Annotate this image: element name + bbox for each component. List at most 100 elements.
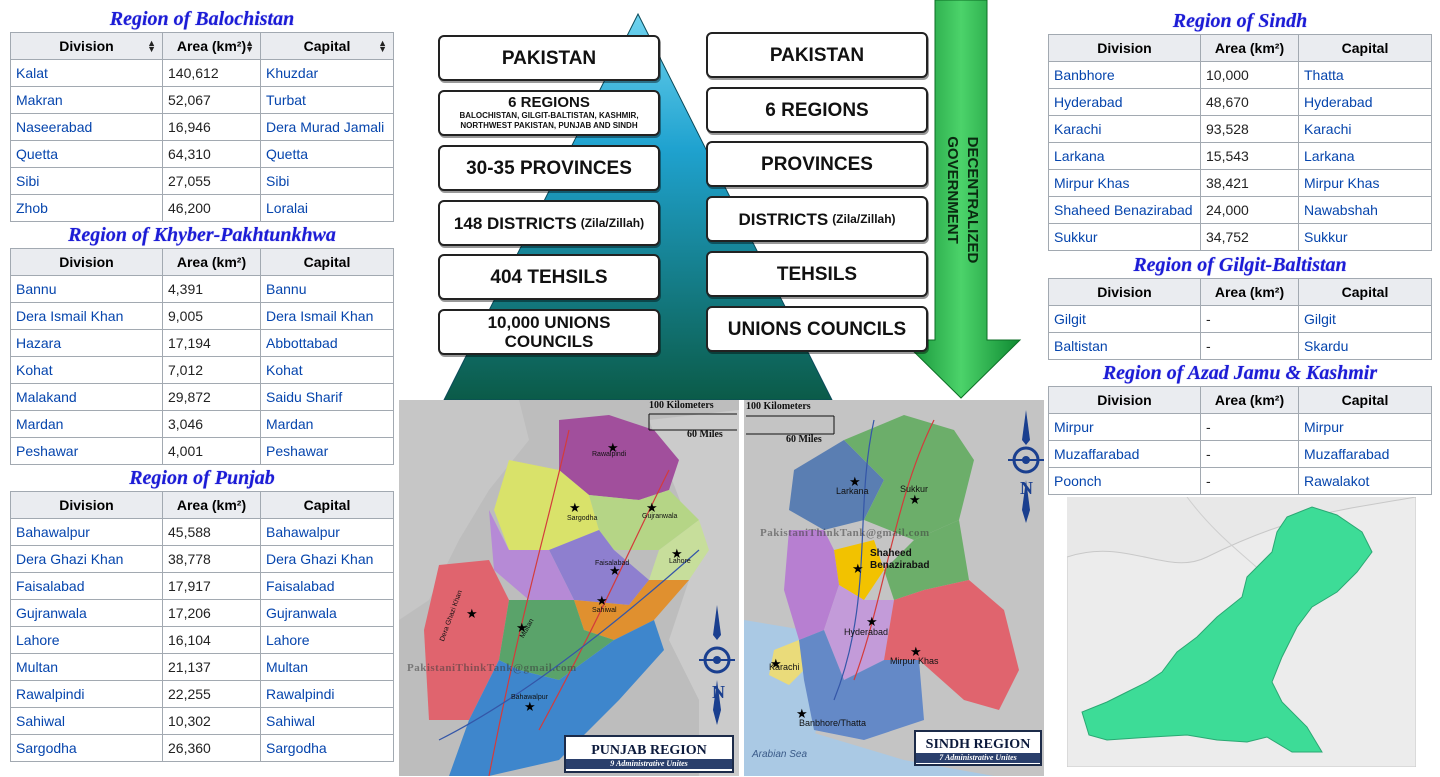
capital-link[interactable]: Mirpur Khas — [1298, 169, 1432, 197]
punjab-city-faisalabad: Faisalabad — [595, 560, 630, 567]
capital-link[interactable]: Larkana — [1298, 142, 1432, 170]
capital-link[interactable]: Saidu Sharif — [260, 383, 394, 411]
header-area: Area (km²) — [1200, 278, 1299, 306]
sort-icon[interactable]: ▲ ▼ — [245, 39, 254, 54]
balochistan-table: Division ▲ ▼ Area (km²) ▲ ▼ Capital ▲ ▼ Kalat 1… — [10, 32, 394, 222]
capital-link[interactable]: Sukkur — [1298, 223, 1432, 251]
division-link[interactable]: Dera Ismail Khan — [10, 302, 163, 330]
capital-link[interactable]: Sargodha — [260, 734, 394, 762]
capital-link[interactable]: Hyderabad — [1298, 88, 1432, 116]
area-value: 24,000 — [1200, 196, 1299, 224]
table-row: Makran 52,067 Turbat — [10, 86, 394, 114]
division-link[interactable]: Multan — [10, 653, 163, 681]
division-link[interactable]: Kohat — [10, 356, 163, 384]
division-link[interactable]: Zhob — [10, 194, 163, 222]
capital-link[interactable]: Muzaffarabad — [1298, 440, 1432, 468]
punjab-table: Division Area (km²) Capital Bahawalpur 45… — [10, 491, 394, 762]
division-link[interactable]: Baltistan — [1048, 332, 1201, 360]
capital-link[interactable]: Loralai — [260, 194, 394, 222]
punjab-scale-mi: 60 Miles — [687, 429, 723, 440]
area-value: 16,104 — [162, 626, 261, 654]
division-link[interactable]: Faisalabad — [10, 572, 163, 600]
capital-link[interactable]: Skardu — [1298, 332, 1432, 360]
table-row: Kohat 7,012 Kohat — [10, 356, 394, 384]
capital-link[interactable]: Mardan — [260, 410, 394, 438]
division-link[interactable]: Karachi — [1048, 115, 1201, 143]
punjab-city-lahore: Lahore — [669, 558, 691, 565]
capital-link[interactable]: Bannu — [260, 275, 394, 303]
sortable-header-division[interactable]: Division ▲ ▼ — [10, 32, 163, 60]
capital-link[interactable]: Turbat — [260, 86, 394, 114]
table-row: Hazara 17,194 Abbottabad — [10, 329, 394, 357]
division-link[interactable]: Hyderabad — [1048, 88, 1201, 116]
division-link[interactable]: Kalat — [10, 59, 163, 87]
division-link[interactable]: Mardan — [10, 410, 163, 438]
division-link[interactable]: Rawalpindi — [10, 680, 163, 708]
capital-link[interactable]: Dera Ismail Khan — [260, 302, 394, 330]
capital-link[interactable]: Lahore — [260, 626, 394, 654]
sort-icon[interactable]: ▲ ▼ — [147, 39, 156, 54]
division-link[interactable]: Naseerabad — [10, 113, 163, 141]
capital-link[interactable]: Karachi — [1298, 115, 1432, 143]
capital-link[interactable]: Kohat — [260, 356, 394, 384]
division-link[interactable]: Malakand — [10, 383, 163, 411]
division-link[interactable]: Muzaffarabad — [1048, 440, 1201, 468]
division-link[interactable]: Makran — [10, 86, 163, 114]
division-link[interactable]: Hazara — [10, 329, 163, 357]
table-row: Muzaffarabad - Muzaffarabad — [1048, 440, 1432, 468]
division-link[interactable]: Bahawalpur — [10, 518, 163, 546]
capital-link[interactable]: Rawalakot — [1298, 467, 1432, 495]
sindh-title: Region of Sindh — [1172, 10, 1308, 32]
area-value: 17,206 — [162, 599, 261, 627]
compass-letter: N — [1020, 478, 1033, 498]
division-link[interactable]: Sargodha — [10, 734, 163, 762]
capital-link[interactable]: Gilgit — [1298, 305, 1432, 333]
division-link[interactable]: Poonch — [1048, 467, 1201, 495]
division-link[interactable]: Peshawar — [10, 437, 163, 465]
capital-link[interactable]: Abbottabad — [260, 329, 394, 357]
sort-icon[interactable]: ▲ ▼ — [378, 39, 387, 54]
division-link[interactable]: Sibi — [10, 167, 163, 195]
table-row: Banbhore 10,000 Thatta — [1048, 61, 1432, 89]
division-link[interactable]: Gilgit — [1048, 305, 1201, 333]
division-link[interactable]: Dera Ghazi Khan — [10, 545, 163, 573]
capital-link[interactable]: Khuzdar — [260, 59, 394, 87]
division-link[interactable]: Quetta — [10, 140, 163, 168]
capital-link[interactable]: Bahawalpur — [260, 518, 394, 546]
pyramid-left-regions: 6 REGIONS BALOCHISTAN, GILGIT-BALTISTAN,… — [438, 90, 660, 136]
table-row: Baltistan - Skardu — [1048, 332, 1432, 360]
capital-link[interactable]: Rawalpindi — [260, 680, 394, 708]
division-link[interactable]: Lahore — [10, 626, 163, 654]
capital-link[interactable]: Peshawar — [260, 437, 394, 465]
division-link[interactable]: Mirpur — [1048, 413, 1201, 441]
capital-link[interactable]: Nawabshah — [1298, 196, 1432, 224]
arrow-text-1: DECENTRALIZED — [964, 137, 981, 264]
capital-link[interactable]: Thatta — [1298, 61, 1432, 89]
punjab-city-sargodha: Sargodha — [567, 515, 598, 522]
capital-link[interactable]: Sibi — [260, 167, 394, 195]
svg-text:★: ★ — [524, 699, 536, 714]
sortable-header-capital[interactable]: Capital ▲ ▼ — [260, 32, 394, 60]
header-area: Area (km²) — [162, 248, 261, 276]
division-link[interactable]: Gujranwala — [10, 599, 163, 627]
capital-link[interactable]: Quetta — [260, 140, 394, 168]
division-link[interactable]: Bannu — [10, 275, 163, 303]
division-link[interactable]: Shaheed Benazirabad — [1048, 196, 1201, 224]
capital-link[interactable]: Mirpur — [1298, 413, 1432, 441]
table-row: Quetta 64,310 Quetta — [10, 140, 394, 168]
area-value: 27,055 — [162, 167, 261, 195]
pyramid-left-tehsils: 404 TEHSILS — [438, 254, 660, 300]
division-link[interactable]: Sukkur — [1048, 223, 1201, 251]
division-link[interactable]: Banbhore — [1048, 61, 1201, 89]
sindh-city-banbhore: Banbhore/Thatta — [799, 718, 867, 728]
sortable-header-area[interactable]: Area (km²) ▲ ▼ — [162, 32, 261, 60]
division-link[interactable]: Larkana — [1048, 142, 1201, 170]
capital-link[interactable]: Dera Ghazi Khan — [260, 545, 394, 573]
capital-link[interactable]: Faisalabad — [260, 572, 394, 600]
division-link[interactable]: Mirpur Khas — [1048, 169, 1201, 197]
capital-link[interactable]: Gujranwala — [260, 599, 394, 627]
division-link[interactable]: Sahiwal — [10, 707, 163, 735]
capital-link[interactable]: Dera Murad Jamali — [260, 113, 394, 141]
capital-link[interactable]: Multan — [260, 653, 394, 681]
capital-link[interactable]: Sahiwal — [260, 707, 394, 735]
